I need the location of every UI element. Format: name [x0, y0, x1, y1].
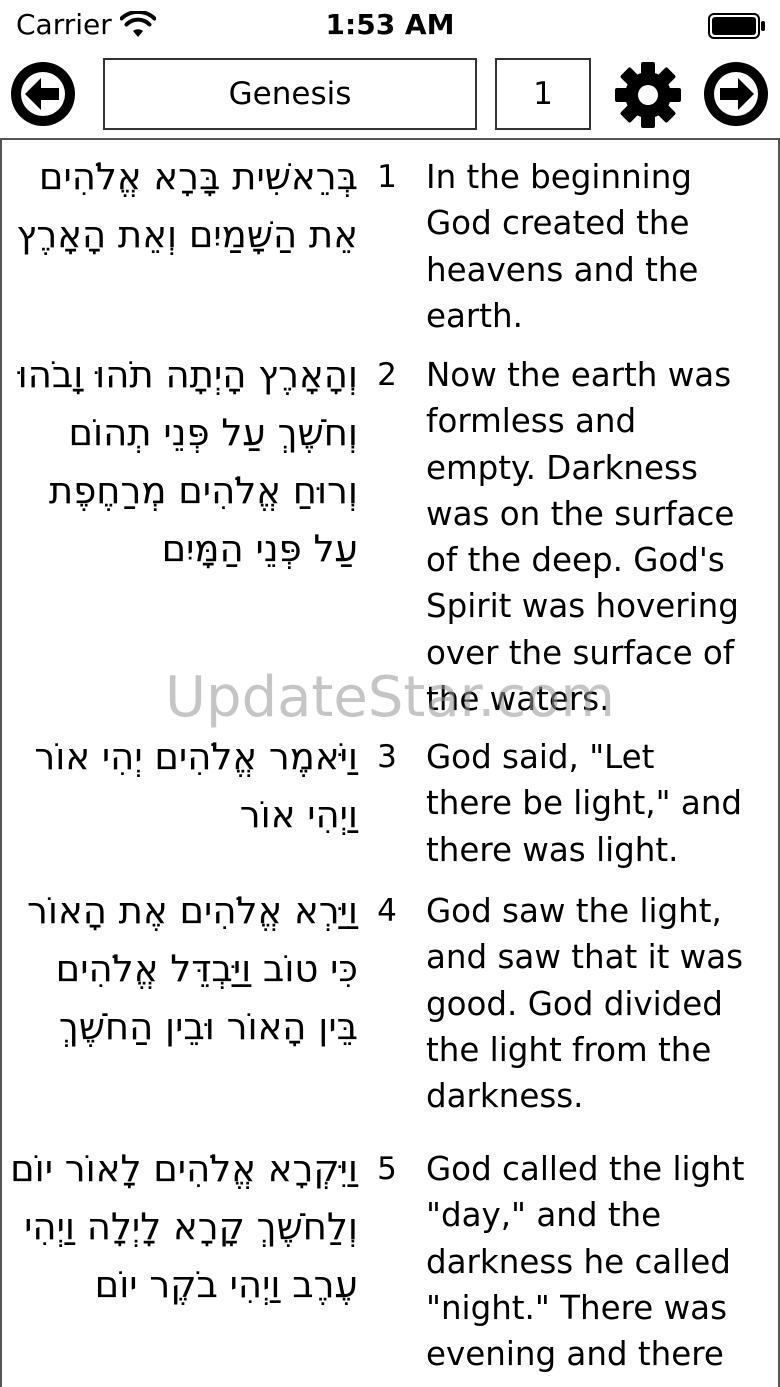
verse-number: 5	[377, 1151, 397, 1187]
hebrew-text: וְהָאָרֶץ הָיְתָה תֹהוּ וָבֹהוּ וְחֹשֶׁך…	[17, 353, 358, 570]
english-text: God said, "Let there be light," and ther…	[426, 738, 743, 869]
scripture-view[interactable]: בְּרֵאשִׁית בָּרָא אֱלֹהִים אֵת הַשָּׁמַ…	[0, 138, 780, 1387]
english-text: In the beginning God created the heavens…	[426, 158, 699, 335]
status-time: 1:53 AM	[325, 8, 455, 41]
hebrew-text: וַיֹּאמֶר אֱלֹהִים יְהִי אוֹר וַיְהִי או…	[34, 735, 358, 836]
verse-number: 2	[377, 357, 397, 393]
chapter-number: 1	[533, 76, 553, 112]
toolbar: Genesis 1	[0, 52, 780, 138]
english-text: Now the earth was formless and empty. Da…	[426, 356, 739, 719]
english-text: God called the light "day," and the dark…	[426, 1150, 745, 1374]
chapter-selector[interactable]: 1	[495, 58, 591, 130]
hebrew-text: וַיִּקְרָא אֱלֹהִים לָאוֹר יוֹם וְלַחֹשֶ…	[10, 1147, 358, 1306]
english-text: God saw the light, and saw that it was g…	[426, 892, 744, 1116]
status-bar: Carrier 1:53 AM	[0, 0, 780, 52]
hebrew-text: וַיַּרְא אֱלֹהִים אֶת הָאוֹר כִּי טוֹב ו…	[27, 889, 358, 1048]
arrow-right-circle-icon	[704, 62, 768, 126]
battery-icon	[708, 13, 765, 39]
gear-icon	[615, 62, 681, 128]
settings-button[interactable]	[614, 61, 682, 129]
arrow-left-circle-icon	[11, 62, 75, 126]
book-name: Genesis	[228, 76, 352, 112]
verse-number: 1	[377, 159, 397, 195]
hebrew-text: בְּרֵאשִׁית בָּרָא אֱלֹהִים אֵת הַשָּׁמַ…	[16, 155, 358, 256]
forward-button[interactable]	[703, 61, 769, 127]
book-selector[interactable]: Genesis	[103, 58, 477, 130]
verse-number: 4	[377, 893, 397, 929]
verse-number: 3	[377, 739, 397, 775]
back-button[interactable]	[10, 61, 76, 127]
